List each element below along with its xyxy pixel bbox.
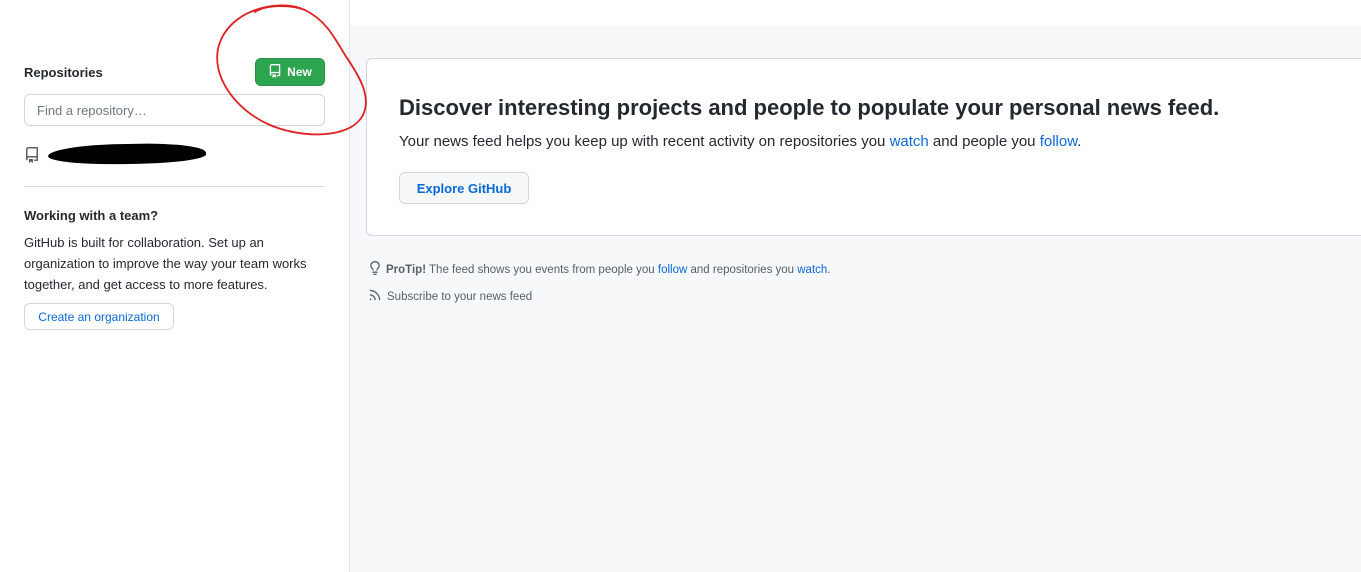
subscribe-label: Subscribe to your news feed [387, 290, 533, 303]
new-repository-button[interactable]: New [255, 58, 325, 86]
find-repository-input[interactable] [24, 94, 325, 126]
discover-description-prefix: Your news feed helps you keep up with re… [399, 133, 890, 150]
protip-follow-link[interactable]: follow [658, 264, 687, 276]
new-button-label: New [287, 65, 312, 79]
repositories-header: Repositories New [24, 58, 325, 86]
repo-icon [24, 147, 40, 163]
repo-icon [268, 63, 282, 81]
discover-card: Discover interesting projects and people… [366, 58, 1361, 236]
subscribe-news-feed-link[interactable]: Subscribe to your news feed [368, 288, 532, 305]
rss-icon [368, 288, 382, 305]
protip-text-middle: and repositories you [687, 263, 798, 276]
redacted-repository-name [47, 142, 207, 166]
discover-description-suffix: . [1077, 133, 1082, 150]
protip-text-suffix: . [827, 263, 831, 276]
protip-watch-link[interactable]: watch [797, 264, 827, 276]
watch-link[interactable]: watch [890, 133, 929, 150]
repositories-title: Repositories [24, 65, 103, 80]
explore-github-button[interactable]: Explore GitHub [399, 172, 529, 204]
follow-link[interactable]: follow [1040, 133, 1078, 150]
team-section-text: GitHub is built for collaboration. Set u… [24, 235, 307, 292]
discover-description: Your news feed helps you keep up with re… [399, 133, 1081, 150]
protip-label: ProTip! [386, 263, 427, 276]
sidebar: Repositories New Working with a team? Gi… [0, 0, 350, 572]
news-feed-area: Discover interesting projects and people… [350, 26, 1361, 572]
protip-text-prefix: The feed shows you events from people yo… [426, 263, 658, 276]
repository-list-item[interactable] [24, 142, 325, 166]
sidebar-divider [24, 186, 325, 187]
light-bulb-icon [368, 261, 382, 278]
discover-title: Discover interesting projects and people… [399, 95, 1220, 120]
protip: ProTip! The feed shows you events from p… [368, 261, 831, 278]
github-dashboard: Repositories New Working with a team? Gi… [0, 0, 1361, 572]
create-organization-button[interactable]: Create an organization [24, 303, 174, 330]
discover-description-middle: and people you [928, 133, 1040, 150]
team-section-title: Working with a team? [24, 208, 159, 223]
